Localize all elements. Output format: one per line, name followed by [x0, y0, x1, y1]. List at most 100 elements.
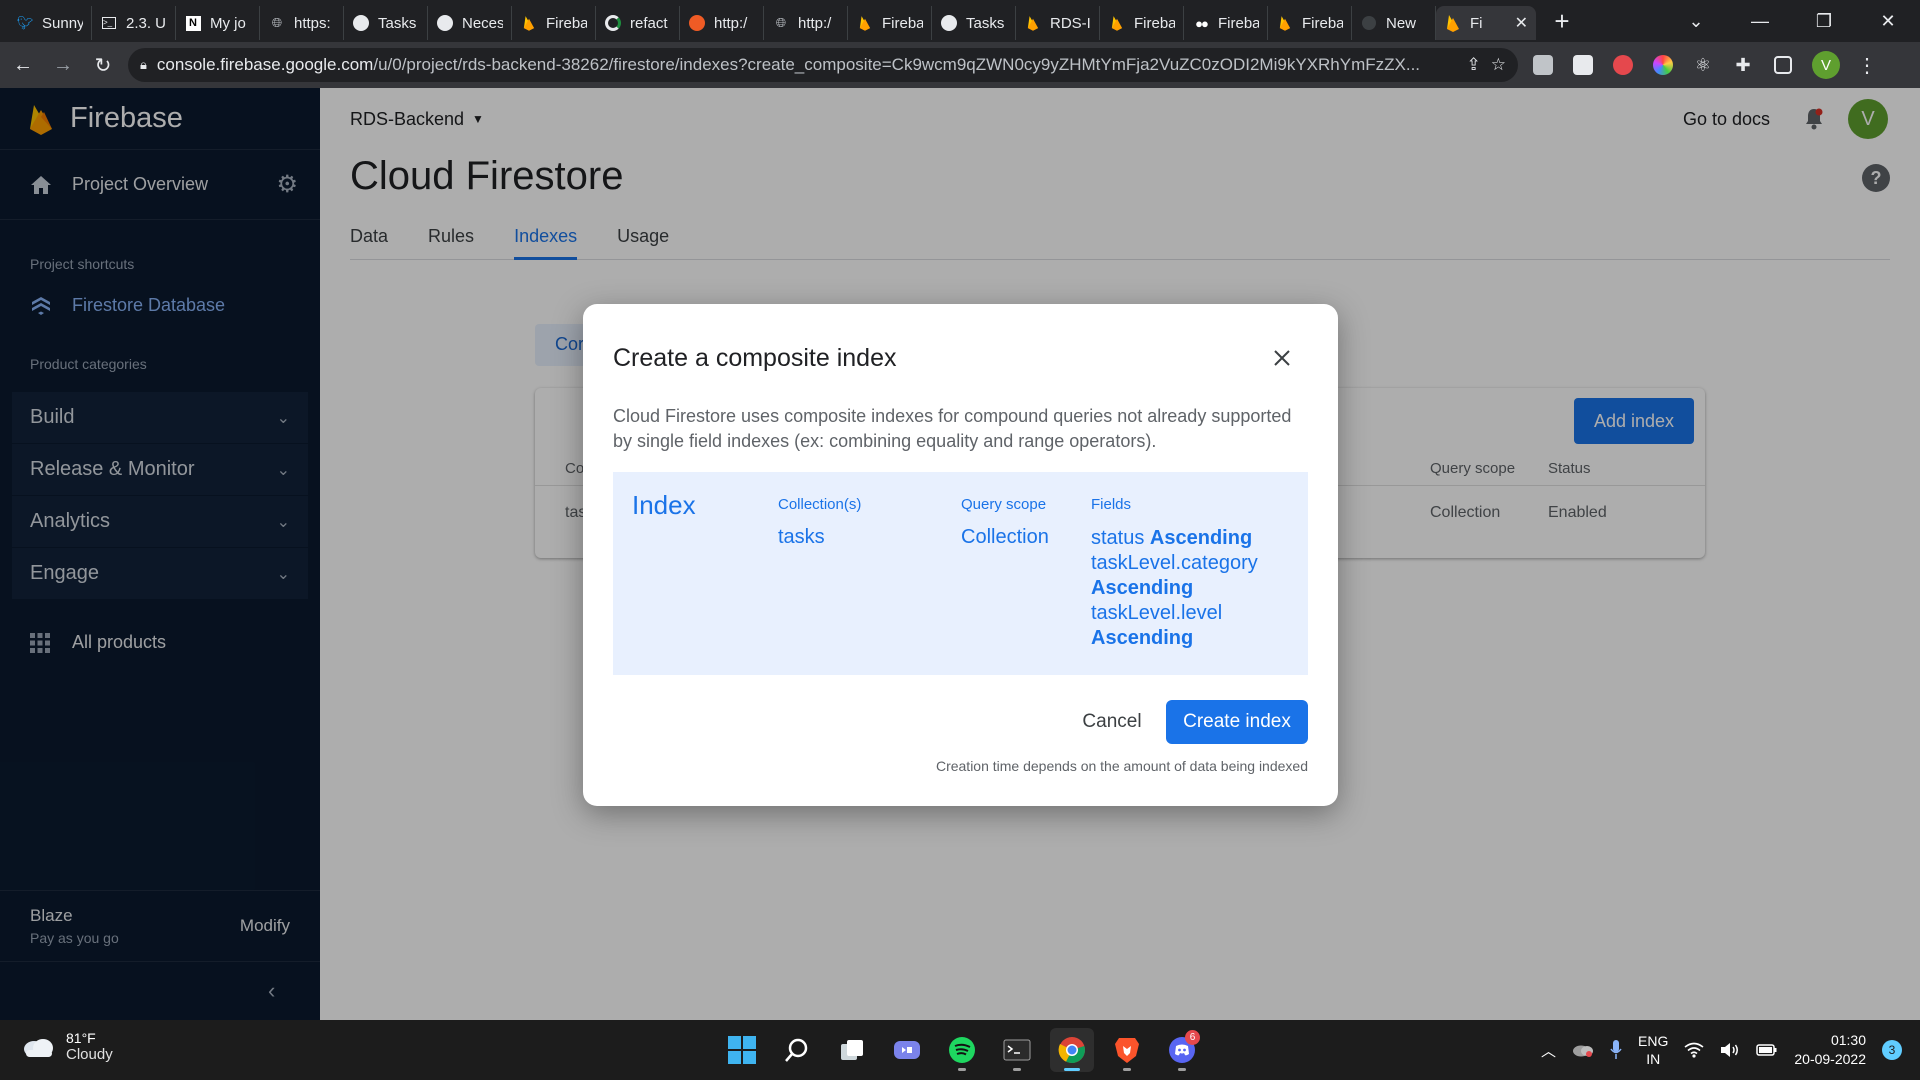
spotify-icon	[949, 1037, 975, 1063]
browser-menu-icon[interactable]: ⋮	[1852, 50, 1882, 80]
url-path: /u/0/project/rds-backend-38262/firestore…	[373, 55, 1421, 74]
tabs-container: 🐦︎ Sunny >_ 2.3. U N My jo 🌐︎ https: Tasks Neces F…	[8, 2, 1436, 40]
side-panel-icon[interactable]	[1768, 50, 1798, 80]
close-window-icon[interactable]: ✕	[1856, 0, 1920, 42]
query-scope-value: Collection	[961, 526, 1049, 548]
browser-tab[interactable]: 🌐︎ http:/	[764, 6, 848, 40]
dialog-description: Cloud Firestore uses composite indexes f…	[613, 406, 1292, 451]
notion-icon: N	[184, 14, 202, 32]
forward-icon[interactable]: →	[46, 48, 80, 82]
active-tab[interactable]: Fi ✕	[1436, 6, 1536, 40]
notification-badge[interactable]: 3	[1882, 1040, 1902, 1060]
firebase-icon	[856, 14, 874, 32]
wifi-icon[interactable]	[1684, 1042, 1704, 1058]
browser-tab[interactable]: Fireba	[1100, 6, 1184, 40]
extension-1-icon[interactable]	[1528, 50, 1558, 80]
clock[interactable]: 01:30 20-09-2022	[1794, 1031, 1866, 1069]
browser-tab[interactable]: Fireba	[848, 6, 932, 40]
url-text: console.firebase.google.com/u/0/project/…	[157, 55, 1457, 75]
close-tab-icon[interactable]: ✕	[1515, 13, 1528, 33]
share-icon[interactable]: ⇪	[1467, 55, 1481, 75]
brave-button[interactable]	[1105, 1028, 1149, 1072]
github-icon	[352, 14, 370, 32]
browser-tab[interactable]: New	[1352, 6, 1436, 40]
start-button[interactable]	[720, 1028, 764, 1072]
onedrive-icon[interactable]	[1572, 1043, 1594, 1057]
globe-icon: 🌐︎	[775, 15, 787, 30]
search-icon	[785, 1038, 808, 1062]
bookmark-star-icon[interactable]: ☆	[1491, 55, 1506, 75]
creation-time-note: Creation time depends on the amount of d…	[935, 758, 1308, 774]
language-code: ENG	[1638, 1033, 1669, 1049]
globe-icon: 🌐︎	[271, 15, 283, 30]
browser-tab[interactable]: ●● Fireba	[1184, 6, 1268, 40]
firebase-icon	[520, 14, 538, 32]
firebase-icon	[1444, 14, 1462, 32]
task-view-button[interactable]	[830, 1028, 874, 1072]
teams-chat-button[interactable]	[885, 1028, 929, 1072]
restore-icon[interactable]: ❐	[1792, 0, 1856, 42]
language-indicator[interactable]: ENG IN	[1638, 1032, 1668, 1068]
address-bar[interactable]: 🔒︎ console.firebase.google.com/u/0/proje…	[128, 48, 1518, 82]
browser-tab-title: My jo	[210, 14, 246, 32]
clock-time: 01:30	[1830, 1032, 1866, 1048]
clock-date: 20-09-2022	[1794, 1051, 1866, 1067]
extension-3-icon[interactable]	[1608, 50, 1638, 80]
tab-search-icon[interactable]: ⌄	[1664, 0, 1728, 42]
react-devtools-icon[interactable]: ⚛	[1688, 50, 1718, 80]
battery-icon[interactable]	[1756, 1043, 1778, 1057]
chevron-up-icon[interactable]: ︿	[1541, 1040, 1556, 1061]
extension-2-icon[interactable]	[1568, 50, 1598, 80]
browser-tab[interactable]: Tasks	[344, 6, 428, 40]
browser-tab[interactable]: RDS-I	[1016, 6, 1100, 40]
terminal-button[interactable]	[995, 1028, 1039, 1072]
close-icon[interactable]	[1268, 344, 1296, 372]
browser-profile-avatar[interactable]: V	[1812, 51, 1840, 79]
extensions-puzzle-icon[interactable]: ✚	[1728, 50, 1758, 80]
discord-button[interactable]: 6	[1160, 1028, 1204, 1072]
microphone-icon[interactable]	[1610, 1040, 1622, 1060]
browser-tab[interactable]: Neces	[428, 6, 512, 40]
weather-condition: Cloudy	[66, 1046, 113, 1063]
browser-tab-title: Fireba	[882, 14, 923, 32]
browser-tab[interactable]: refact	[596, 6, 680, 40]
browser-tab-title: Fireba	[546, 14, 587, 32]
cancel-button[interactable]: Cancel	[1057, 700, 1167, 744]
chrome-button[interactable]	[1050, 1028, 1094, 1072]
spotify-button[interactable]	[940, 1028, 984, 1072]
browser-tab[interactable]: 🌐︎ https:	[260, 6, 344, 40]
search-button[interactable]	[775, 1028, 819, 1072]
browser-tab-title: Fireba	[1134, 14, 1175, 32]
browser-tab[interactable]: Tasks	[932, 6, 1016, 40]
reload-icon[interactable]: ↻	[86, 48, 120, 82]
back-icon[interactable]: ←	[6, 48, 40, 82]
weather-widget[interactable]: 81°F Cloudy	[22, 1030, 113, 1063]
browser-tab-title: Fireba	[1218, 14, 1259, 32]
field-name: taskLevel.level	[1091, 602, 1223, 624]
url-host: console.firebase.google.com	[156, 55, 374, 74]
index-label: Index	[632, 490, 696, 520]
browser-tab-title: New	[1386, 14, 1417, 32]
extension-4-icon[interactable]	[1648, 50, 1678, 80]
browser-tab-title: 2.3. U	[126, 14, 167, 32]
browser-tab-title: Tasks	[966, 14, 1005, 32]
minimize-icon[interactable]: —	[1728, 0, 1792, 42]
browser-tab-strip: 🐦︎ Sunny >_ 2.3. U N My jo 🌐︎ https: Tasks Neces F…	[0, 0, 1920, 42]
create-index-button[interactable]: Create index	[1166, 700, 1308, 744]
brave-icon	[1115, 1038, 1139, 1063]
discord-badge: 6	[1185, 1030, 1200, 1045]
blank-icon	[1360, 14, 1378, 32]
medium-icon: ●●	[1195, 15, 1209, 31]
browser-tab[interactable]: Fireba	[512, 6, 596, 40]
browser-tab-title: Neces	[462, 14, 503, 32]
browser-tab[interactable]: Fireba	[1268, 6, 1352, 40]
collection-value: tasks	[778, 526, 825, 548]
browser-tab[interactable]: N My jo	[176, 6, 260, 40]
browser-tab[interactable]: http:/	[680, 6, 764, 40]
running-indicator	[1178, 1068, 1186, 1071]
browser-tab[interactable]: >_ 2.3. U	[92, 6, 176, 40]
volume-icon[interactable]	[1720, 1042, 1740, 1058]
browser-tab[interactable]: 🐦︎ Sunny	[8, 6, 92, 40]
field-name: status	[1091, 527, 1145, 549]
new-tab-button[interactable]: +	[1542, 4, 1582, 38]
